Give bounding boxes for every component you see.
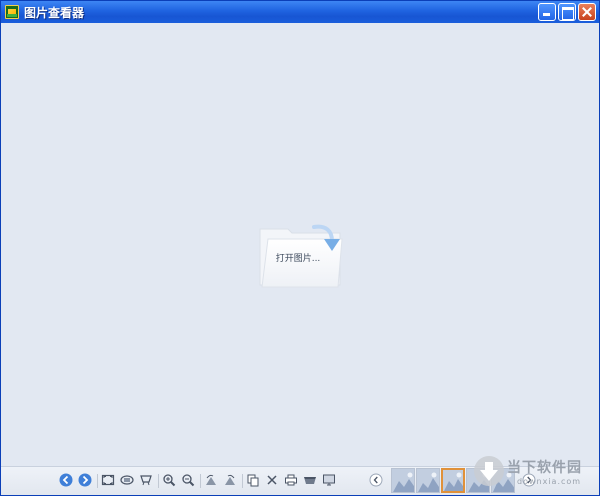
window-controls [538, 3, 596, 21]
watermark-text: 当下软件园 [507, 460, 582, 476]
thumbnails-prev-button[interactable] [368, 472, 384, 488]
actual-size-button[interactable] [119, 472, 135, 488]
download-arrow-icon [474, 456, 504, 486]
delete-button[interactable] [264, 472, 280, 488]
fit-screen-icon [101, 474, 115, 486]
fullscreen-button[interactable] [138, 472, 154, 488]
thumbnail-image-icon [417, 469, 439, 492]
thumbnail-item[interactable] [391, 468, 415, 493]
fit-window-button[interactable] [100, 472, 116, 488]
rotate-right-icon [225, 474, 235, 485]
chevron-left-icon [369, 473, 383, 487]
rotate-left-icon [206, 474, 216, 485]
rotate-left-button[interactable] [203, 472, 219, 488]
thumbnail-image-icon [443, 470, 463, 491]
close-button[interactable] [578, 3, 596, 21]
copy-button[interactable] [245, 472, 261, 488]
save-icon [304, 477, 316, 484]
zoom-out-icon [182, 474, 195, 487]
print-icon [285, 474, 297, 486]
rotate-right-button[interactable] [222, 472, 238, 488]
thumbnail-item-active[interactable] [441, 468, 465, 493]
toolbar-separator [242, 474, 243, 488]
wallpaper-icon [323, 474, 335, 486]
toolbar-separator [200, 474, 201, 488]
fullscreen-icon [140, 475, 152, 486]
watermark-subtext: downxia.com [517, 477, 582, 486]
previous-button[interactable] [58, 472, 74, 488]
toolbar-separator [97, 474, 98, 488]
title-bar[interactable]: 图片查看器 [1, 1, 599, 23]
next-button[interactable] [77, 472, 93, 488]
save-button[interactable] [302, 472, 318, 488]
picture-viewer-window: 图片查看器 打开图片... 当下软件园 downxia.com [0, 0, 600, 496]
site-watermark: 当下软件园 downxia.com [471, 453, 599, 493]
thumbnail-item[interactable] [416, 468, 440, 493]
arrow-right-circle-icon [78, 473, 92, 487]
zoom-out-button[interactable] [180, 472, 196, 488]
toolbar-separator [158, 474, 159, 488]
zoom-in-icon [163, 474, 176, 487]
wallpaper-button[interactable] [321, 472, 337, 488]
actual-size-icon [120, 475, 134, 485]
delete-x-icon [267, 475, 277, 485]
copy-icon [247, 474, 259, 487]
open-image-button[interactable]: 打开图片... [258, 223, 344, 289]
maximize-button[interactable] [558, 3, 576, 21]
window-title: 图片查看器 [24, 5, 85, 20]
zoom-in-button[interactable] [161, 472, 177, 488]
arrow-left-circle-icon [59, 473, 73, 487]
thumbnail-image-icon [392, 469, 414, 492]
app-picture-icon [5, 5, 19, 19]
print-button[interactable] [283, 472, 299, 488]
minimize-button[interactable] [538, 3, 556, 21]
open-image-label: 打开图片... [275, 254, 321, 264]
